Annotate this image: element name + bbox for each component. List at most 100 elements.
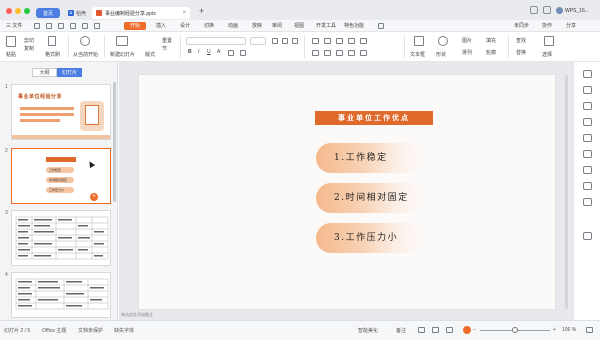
section-button[interactable]: 节 — [162, 45, 167, 52]
play-from-current-icon[interactable] — [80, 36, 90, 46]
thumbnails-scrollbar[interactable] — [113, 82, 116, 202]
animation-pane-icon[interactable] — [583, 102, 592, 110]
reset-button[interactable]: 重置 — [162, 37, 172, 44]
undo-icon[interactable] — [70, 23, 76, 29]
zoom-slider-handle[interactable] — [512, 327, 518, 333]
style-icon[interactable] — [583, 86, 592, 94]
dropdown-icon[interactable] — [94, 23, 100, 29]
decrease-font-icon[interactable] — [282, 38, 288, 44]
clear-format-icon[interactable] — [292, 38, 298, 44]
editing-canvas[interactable]: 事业单位工作优点 1.工作稳定 2.时间相对固定 3.工作压力小 单击此处添加备… — [119, 62, 573, 320]
slide-item-3[interactable]: 3.工作压力小 — [316, 223, 422, 253]
play-from-current-button[interactable]: 从当前开始 — [73, 51, 98, 58]
add-slide-icon[interactable]: + — [90, 193, 98, 201]
slide-thumbnail-1[interactable]: 事业单位经验分享 — [11, 84, 111, 140]
grid-apps-icon[interactable] — [543, 6, 551, 14]
menu-insert[interactable]: 插入 — [156, 22, 166, 29]
layout-icon[interactable] — [530, 6, 538, 14]
italic-icon[interactable]: I — [198, 49, 199, 55]
property-icon[interactable] — [583, 70, 592, 78]
menu-share[interactable]: 分享 — [566, 22, 576, 29]
bullets-icon[interactable] — [312, 38, 319, 44]
minimize-window-icon[interactable] — [15, 8, 21, 14]
tab-outline[interactable]: 大纲 — [32, 68, 57, 77]
line-spacing-icon[interactable] — [360, 38, 367, 44]
menu-animation[interactable]: 动画 — [228, 22, 238, 29]
play-slideshow-icon[interactable] — [463, 326, 471, 334]
new-slide-icon[interactable] — [116, 36, 128, 46]
canvas-scrollbar[interactable] — [565, 75, 568, 309]
arrange-button[interactable]: 排列 — [462, 49, 472, 56]
text-direction-icon[interactable] — [360, 50, 367, 56]
fill-button[interactable]: 填充 — [486, 37, 496, 44]
zoom-out-icon[interactable]: − — [473, 327, 476, 333]
notes-toggle[interactable]: 备注 — [396, 327, 406, 334]
maximize-window-icon[interactable] — [24, 8, 30, 14]
shape-icon[interactable] — [438, 36, 448, 46]
close-tab-icon[interactable]: × — [182, 10, 186, 16]
slide-thumbnail-3[interactable] — [11, 210, 111, 266]
font-family-select[interactable] — [186, 37, 246, 45]
menu-developer[interactable]: 开发工具 — [316, 22, 336, 29]
slide-item-2[interactable]: 2.时间相对固定 — [316, 183, 422, 213]
sync-status[interactable]: 未同步 — [514, 22, 529, 29]
slide-item-1[interactable]: 1.工作稳定 — [316, 143, 422, 173]
layers-icon[interactable] — [583, 166, 592, 174]
paste-button[interactable]: 粘贴 — [6, 51, 16, 58]
text-box-icon[interactable] — [414, 36, 424, 46]
help-icon[interactable] — [583, 232, 592, 240]
paste-icon[interactable] — [6, 36, 16, 47]
indent-increase-icon[interactable] — [348, 38, 355, 44]
align-left-icon[interactable] — [312, 50, 319, 56]
justify-icon[interactable] — [348, 50, 355, 56]
beautify-icon[interactable] — [583, 150, 592, 158]
numbering-icon[interactable] — [324, 38, 331, 44]
new-slide-button[interactable]: 新建幻灯片 — [110, 51, 135, 58]
menu-review[interactable]: 审阅 — [272, 22, 282, 29]
font-size-select[interactable] — [250, 37, 266, 45]
protection-status[interactable]: 文档未保护 — [78, 327, 103, 334]
save-icon[interactable] — [34, 23, 40, 29]
format-painter-button[interactable]: 格式刷 — [45, 51, 60, 58]
slide-title[interactable]: 事业单位工作优点 — [315, 111, 433, 125]
indent-decrease-icon[interactable] — [336, 38, 343, 44]
format-painter-icon[interactable] — [48, 36, 56, 46]
menu-design[interactable]: 设计 — [180, 22, 190, 29]
strikethrough-icon[interactable] — [228, 50, 234, 56]
reading-view-icon[interactable] — [446, 327, 453, 333]
underline-icon[interactable]: U — [207, 49, 211, 55]
menu-view[interactable]: 视图 — [294, 22, 304, 29]
print-icon[interactable] — [46, 23, 52, 29]
search-icon[interactable] — [378, 23, 384, 29]
transition-icon[interactable] — [583, 118, 592, 126]
find-button[interactable]: 查找 — [516, 37, 526, 44]
slide-thumbnail-4[interactable] — [11, 272, 111, 318]
menu-slideshow[interactable]: 放映 — [252, 22, 262, 29]
menu-file[interactable]: 三 文件 — [6, 22, 22, 29]
tab-presentation[interactable]: 事业编制经验分享.pptx × — [92, 7, 190, 19]
shapes-library-icon[interactable] — [583, 182, 592, 190]
normal-view-icon[interactable] — [418, 327, 425, 333]
menu-collaborate[interactable]: 协作 — [542, 22, 552, 29]
redo-icon[interactable] — [82, 23, 88, 29]
menu-special[interactable]: 特色功能 — [344, 22, 364, 29]
text-box-button[interactable]: 文本框 — [410, 51, 425, 58]
account-badge[interactable]: WPS_16... — [556, 6, 598, 15]
close-window-icon[interactable] — [6, 8, 12, 14]
outline-button[interactable]: 轮廓 — [486, 49, 496, 56]
fit-window-icon[interactable] — [586, 327, 593, 333]
preview-icon[interactable] — [58, 23, 64, 29]
select-icon[interactable] — [544, 36, 554, 46]
smart-beautify-button[interactable]: 智能美化 — [358, 327, 378, 334]
missing-font-status[interactable]: 缺失字体 — [114, 327, 134, 334]
align-center-icon[interactable] — [324, 50, 331, 56]
select-button[interactable]: 选择 — [542, 51, 552, 58]
slide-sorter-icon[interactable] — [432, 327, 439, 333]
zoom-level[interactable]: 106 % — [562, 327, 576, 333]
cut-button[interactable]: 剪切 — [24, 37, 34, 44]
current-slide[interactable]: 事业单位工作优点 1.工作稳定 2.时间相对固定 3.工作压力小 — [139, 75, 555, 309]
font-color-icon[interactable]: A — [217, 49, 220, 55]
tab-home[interactable]: 首页 — [36, 8, 60, 18]
tab-slides[interactable]: 幻灯片 — [57, 68, 82, 77]
replace-button[interactable]: 替换 — [516, 49, 526, 56]
